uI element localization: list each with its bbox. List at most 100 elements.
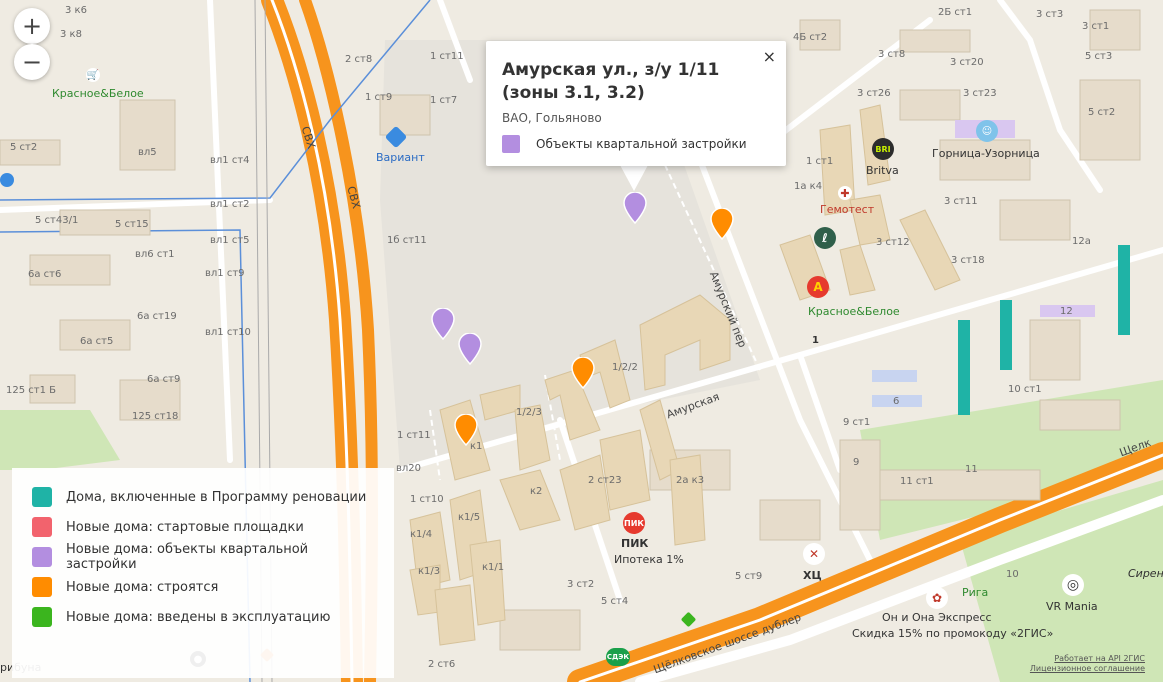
info-popup: Амурская ул., з/у 1/11 (зоны 3.1, 3.2) В… bbox=[486, 41, 786, 166]
legend-swatch bbox=[32, 487, 52, 507]
building-label: 1 ст11 bbox=[430, 51, 464, 62]
building-label: 11 ст1 bbox=[900, 476, 934, 487]
poi-label-gemotest[interactable]: Гемотест bbox=[820, 204, 874, 215]
legend-swatch bbox=[32, 577, 52, 597]
building-label: 5 ст2 bbox=[10, 142, 38, 153]
poi-label-riga[interactable]: Рига bbox=[962, 587, 988, 598]
building-label: 1б ст11 bbox=[387, 235, 427, 246]
popup-close-button[interactable]: × bbox=[763, 49, 776, 65]
building-label: вл1 ст9 bbox=[205, 268, 245, 279]
poi-label-on-ona[interactable]: Он и Она Экспресс bbox=[882, 612, 992, 623]
map-legend: Дома, включенные в Программу реновации Н… bbox=[12, 468, 394, 678]
building-label: 3 ст26 bbox=[857, 88, 891, 99]
building-label: 3 ст23 bbox=[963, 88, 997, 99]
legend-item-quarter-buildings[interactable]: Новые дома: объекты квартальной застройк… bbox=[32, 542, 374, 572]
building-label: 6а ст19 bbox=[137, 311, 177, 322]
building-label: 6а ст6 bbox=[28, 269, 62, 280]
legend-swatch bbox=[32, 517, 52, 537]
shopping-cart-icon[interactable]: 🛒 bbox=[86, 68, 100, 82]
building-label: вл1 ст2 bbox=[210, 199, 250, 210]
building-label: 9 ст1 bbox=[843, 417, 871, 428]
popup-category-label: Объекты квартальной застройки bbox=[536, 137, 747, 151]
building-label: 10 ст1 bbox=[1008, 384, 1042, 395]
building-label: 2 ст6 bbox=[428, 659, 456, 670]
legend-item-starting-sites[interactable]: Новые дома: стартовые площадки bbox=[32, 512, 374, 542]
building-label: 1 bbox=[812, 335, 819, 346]
legend-item-renovation[interactable]: Дома, включенные в Программу реновации bbox=[32, 482, 374, 512]
building-label: 3 к6 bbox=[65, 5, 87, 16]
hookah-logo-icon[interactable]: ✕ bbox=[803, 543, 825, 565]
building-label: 5 ст2 bbox=[1088, 107, 1116, 118]
poi-label-hc[interactable]: ХЦ bbox=[803, 570, 822, 581]
poi-label-vr-mania[interactable]: VR Mania bbox=[1046, 601, 1098, 612]
map-pin-under-construction[interactable] bbox=[710, 208, 734, 240]
zoom-in-button[interactable]: + bbox=[14, 8, 50, 44]
building-label: вл1 ст5 bbox=[210, 235, 250, 246]
medical-cross-icon[interactable]: ✚ bbox=[838, 186, 852, 200]
poi-label-pik[interactable]: ПИК bbox=[621, 538, 648, 549]
poi-label-pik-promo[interactable]: Ипотека 1% bbox=[614, 554, 684, 565]
building-label: к1/3 bbox=[418, 566, 441, 577]
building-label: вл5 bbox=[138, 147, 157, 158]
zoom-out-button[interactable]: − bbox=[14, 44, 50, 80]
legend-label: Новые дома: строятся bbox=[66, 579, 219, 595]
poi-label-variant[interactable]: Вариант bbox=[376, 152, 425, 163]
popup-category: Объекты квартальной застройки bbox=[502, 135, 770, 153]
legend-item-under-construction[interactable]: Новые дома: строятся bbox=[32, 572, 374, 602]
building-label: 10 bbox=[1006, 569, 1019, 580]
leaf-logo-icon[interactable]: ℓ bbox=[814, 227, 836, 249]
building-label: 1/2/2 bbox=[612, 362, 638, 373]
poi-label-krasnoe-beloe[interactable]: Красное&Белое bbox=[52, 88, 144, 99]
popup-pointer bbox=[620, 165, 648, 191]
building-label: 3 ст3 bbox=[1036, 9, 1064, 20]
credits-license-link[interactable]: Лицензионное соглашение bbox=[1030, 664, 1145, 674]
poi-label-gornitsa[interactable]: Горница-Узорница bbox=[932, 148, 1040, 159]
legend-swatch bbox=[32, 607, 52, 627]
building-label: 3 ст20 bbox=[950, 57, 984, 68]
poi-label-on-ona-promo[interactable]: Скидка 15% по промокоду «2ГИС» bbox=[852, 628, 1053, 639]
building-label: вл20 bbox=[396, 463, 422, 474]
building-label: 11 bbox=[965, 464, 978, 475]
adult-shop-icon[interactable]: ✿ bbox=[926, 587, 948, 609]
building-label: 3 ст8 bbox=[878, 49, 906, 60]
building-label: вл1 ст4 bbox=[210, 155, 250, 166]
building-label: 2 ст8 bbox=[345, 54, 373, 65]
building-label: 3 ст18 bbox=[951, 255, 985, 266]
popup-district: ВАО, Гольяново bbox=[502, 111, 602, 125]
credits-api-link[interactable]: Работает на API 2ГИС bbox=[1030, 654, 1145, 664]
kids-face-icon[interactable]: ☺ bbox=[976, 120, 998, 142]
building-label: 125 ст1 Б bbox=[6, 385, 56, 396]
poi-label-britva[interactable]: Britva bbox=[866, 165, 899, 176]
map-pin-quarter-building[interactable] bbox=[431, 308, 455, 340]
building-label: 9 bbox=[853, 457, 860, 468]
map-canvas[interactable]: 3 к8 3 к6 2 ст8 1 ст11 1 ст9 1 ст7 5 ст2… bbox=[0, 0, 1163, 682]
britva-logo-icon[interactable]: BRI bbox=[872, 138, 894, 160]
building-label: 12а bbox=[1072, 236, 1091, 247]
building-label: 6 bbox=[893, 396, 900, 407]
map-pin-quarter-building[interactable] bbox=[623, 192, 647, 224]
popup-category-swatch bbox=[502, 135, 520, 153]
map-pin-under-construction[interactable] bbox=[571, 357, 595, 389]
pik-logo-icon[interactable]: ПИК bbox=[623, 512, 645, 534]
sdek-logo-icon[interactable]: СДЭК bbox=[606, 648, 630, 666]
map-pin-under-construction[interactable] bbox=[454, 414, 478, 446]
legend-item-commissioned[interactable]: Новые дома: введены в эксплуатацию bbox=[32, 602, 374, 632]
poi-label-krasnoe-beloe-right[interactable]: Красное&Белое bbox=[808, 306, 900, 317]
legend-label: Новые дома: объекты квартальной застройк… bbox=[66, 542, 309, 572]
map-pin-quarter-building[interactable] bbox=[458, 333, 482, 365]
building-label: к1/4 bbox=[410, 529, 433, 540]
location-dot-icon[interactable] bbox=[0, 173, 14, 187]
building-label: 5 ст3 bbox=[1085, 51, 1113, 62]
vr-target-icon[interactable]: ◎ bbox=[1062, 574, 1084, 596]
building-label: к1/5 bbox=[458, 512, 481, 523]
building-label: 3 к8 bbox=[60, 29, 82, 40]
building-label: 1 ст1 bbox=[806, 156, 834, 167]
building-label: 5 ст4 bbox=[601, 596, 629, 607]
building-label: 2 ст23 bbox=[588, 475, 622, 486]
alcohol-shop-logo-icon[interactable]: A bbox=[807, 276, 829, 298]
building-label: 1 ст10 bbox=[410, 494, 444, 505]
building-label: 12 bbox=[1060, 306, 1073, 317]
building-label: 6а ст5 bbox=[80, 336, 114, 347]
building-label: 1 ст9 bbox=[365, 92, 393, 103]
legend-label: Дома, включенные в Программу реновации bbox=[66, 489, 367, 505]
